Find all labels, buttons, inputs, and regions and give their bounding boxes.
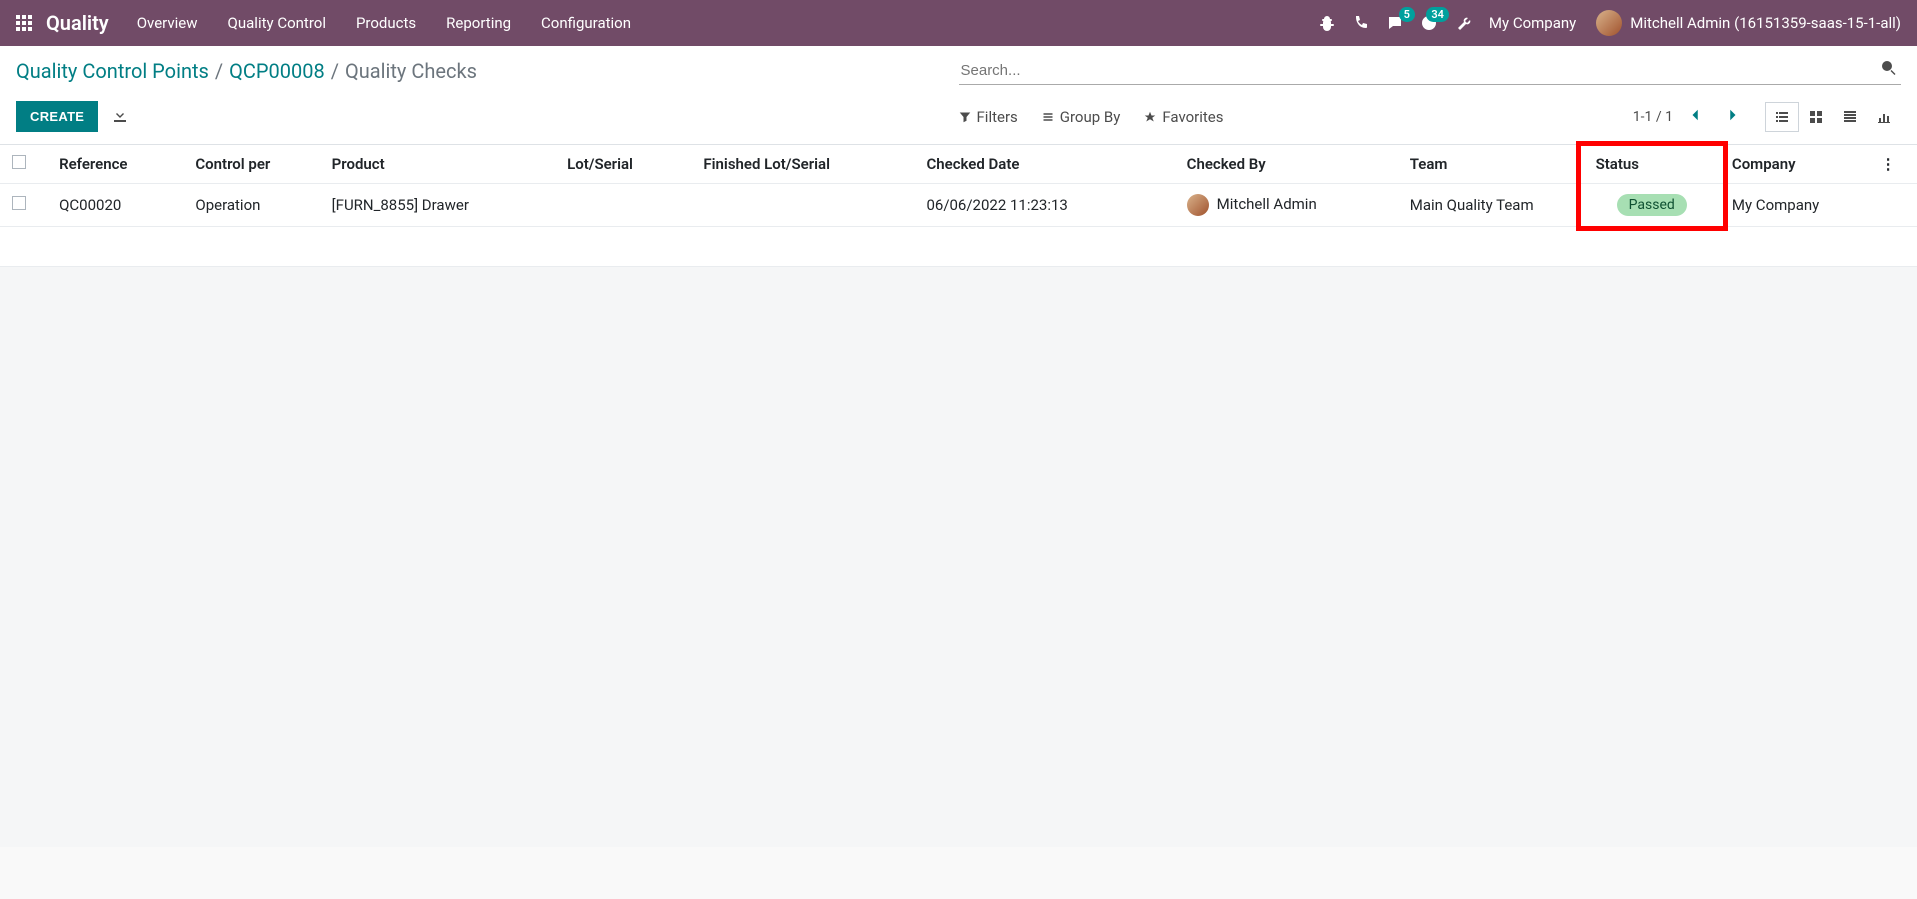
select-all-checkbox[interactable] bbox=[12, 155, 26, 169]
cell-lot bbox=[555, 184, 691, 227]
search-bar bbox=[959, 56, 1902, 85]
th-lot[interactable]: Lot/Serial bbox=[555, 145, 691, 184]
view-list[interactable] bbox=[1765, 102, 1799, 132]
breadcrumb: Quality Control Points / QCP00008 / Qual… bbox=[16, 59, 477, 83]
messaging-icon[interactable]: 5 bbox=[1387, 15, 1403, 31]
create-button[interactable]: CREATE bbox=[16, 101, 98, 132]
empty-area bbox=[0, 267, 1917, 847]
th-finished-lot[interactable]: Finished Lot/Serial bbox=[691, 145, 914, 184]
cell-checked-date: 06/06/2022 11:23:13 bbox=[914, 184, 1174, 227]
view-pivot[interactable] bbox=[1833, 102, 1867, 132]
th-checked-by[interactable]: Checked By bbox=[1175, 145, 1398, 184]
avatar-icon bbox=[1187, 194, 1209, 216]
messaging-badge: 5 bbox=[1399, 7, 1415, 22]
user-name: Mitchell Admin (16151359-saas-15-1-all) bbox=[1630, 14, 1901, 32]
breadcrumb-sep: / bbox=[215, 59, 223, 83]
phone-icon[interactable] bbox=[1353, 15, 1369, 31]
activity-icon[interactable]: 34 bbox=[1421, 15, 1437, 31]
avatar-icon bbox=[1596, 10, 1622, 36]
nav-products[interactable]: Products bbox=[356, 14, 416, 32]
cell-control-per: Operation bbox=[183, 184, 319, 227]
download-icon[interactable] bbox=[112, 107, 128, 127]
row-checkbox[interactable] bbox=[12, 196, 26, 210]
view-switcher bbox=[1765, 102, 1901, 132]
list-view: Reference Control per Product Lot/Serial… bbox=[0, 145, 1917, 267]
th-team[interactable]: Team bbox=[1398, 145, 1584, 184]
groupby-button[interactable]: Group By bbox=[1042, 108, 1121, 126]
apps-icon[interactable] bbox=[16, 15, 32, 31]
top-navbar: Quality Overview Quality Control Product… bbox=[0, 0, 1917, 46]
search-input[interactable] bbox=[959, 58, 1878, 83]
nav-menu: Overview Quality Control Products Report… bbox=[137, 14, 631, 32]
th-product[interactable]: Product bbox=[320, 145, 555, 184]
th-reference[interactable]: Reference bbox=[47, 145, 183, 184]
cell-team: Main Quality Team bbox=[1398, 184, 1584, 227]
breadcrumb-qcp00008[interactable]: QCP00008 bbox=[229, 59, 325, 83]
search-options: Filters Group By Favorites bbox=[959, 108, 1224, 126]
control-panel: Quality Control Points / QCP00008 / Qual… bbox=[0, 46, 1917, 145]
view-kanban[interactable] bbox=[1799, 102, 1833, 132]
cell-reference: QC00020 bbox=[47, 184, 183, 227]
nav-configuration[interactable]: Configuration bbox=[541, 14, 631, 32]
search-icon[interactable] bbox=[1877, 56, 1901, 84]
breadcrumb-active: Quality Checks bbox=[345, 59, 477, 83]
table-row[interactable]: QC00020 Operation [FURN_8855] Drawer 06/… bbox=[0, 184, 1917, 227]
favorites-button[interactable]: Favorites bbox=[1144, 108, 1223, 126]
th-company[interactable]: Company bbox=[1720, 145, 1869, 184]
nav-quality-control[interactable]: Quality Control bbox=[228, 14, 326, 32]
user-menu[interactable]: Mitchell Admin (16151359-saas-15-1-all) bbox=[1596, 10, 1901, 36]
cell-finished-lot bbox=[691, 184, 914, 227]
th-checked-date[interactable]: Checked Date bbox=[914, 145, 1174, 184]
cell-checked-by: Mitchell Admin bbox=[1175, 184, 1398, 227]
table-header-row: Reference Control per Product Lot/Serial… bbox=[0, 145, 1917, 184]
nav-overview[interactable]: Overview bbox=[137, 14, 198, 32]
app-brand[interactable]: Quality bbox=[46, 11, 109, 35]
filters-button[interactable]: Filters bbox=[959, 108, 1018, 126]
pager: 1-1 / 1 bbox=[1633, 104, 1745, 130]
nav-reporting[interactable]: Reporting bbox=[446, 14, 511, 32]
th-options-icon[interactable]: ⋮ bbox=[1869, 145, 1917, 184]
systray: 5 34 bbox=[1319, 15, 1471, 31]
table-footer-space bbox=[0, 227, 1917, 267]
quality-checks-table: Reference Control per Product Lot/Serial… bbox=[0, 145, 1917, 227]
view-graph[interactable] bbox=[1867, 102, 1901, 132]
status-badge: Passed bbox=[1617, 194, 1687, 216]
breadcrumb-sep: / bbox=[331, 59, 339, 83]
cell-company: My Company bbox=[1720, 184, 1869, 227]
activity-badge: 34 bbox=[1426, 7, 1449, 22]
tools-icon[interactable] bbox=[1455, 15, 1471, 31]
pager-range: 1-1 / 1 bbox=[1633, 109, 1673, 125]
company-switcher[interactable]: My Company bbox=[1489, 14, 1576, 32]
cell-status: Passed bbox=[1584, 184, 1720, 227]
breadcrumb-quality-control-points[interactable]: Quality Control Points bbox=[16, 59, 209, 83]
th-control-per[interactable]: Control per bbox=[183, 145, 319, 184]
pager-prev[interactable] bbox=[1683, 104, 1709, 130]
bug-icon[interactable] bbox=[1319, 15, 1335, 31]
cell-product: [FURN_8855] Drawer bbox=[320, 184, 555, 227]
th-status[interactable]: Status bbox=[1584, 145, 1720, 184]
pager-next[interactable] bbox=[1719, 104, 1745, 130]
